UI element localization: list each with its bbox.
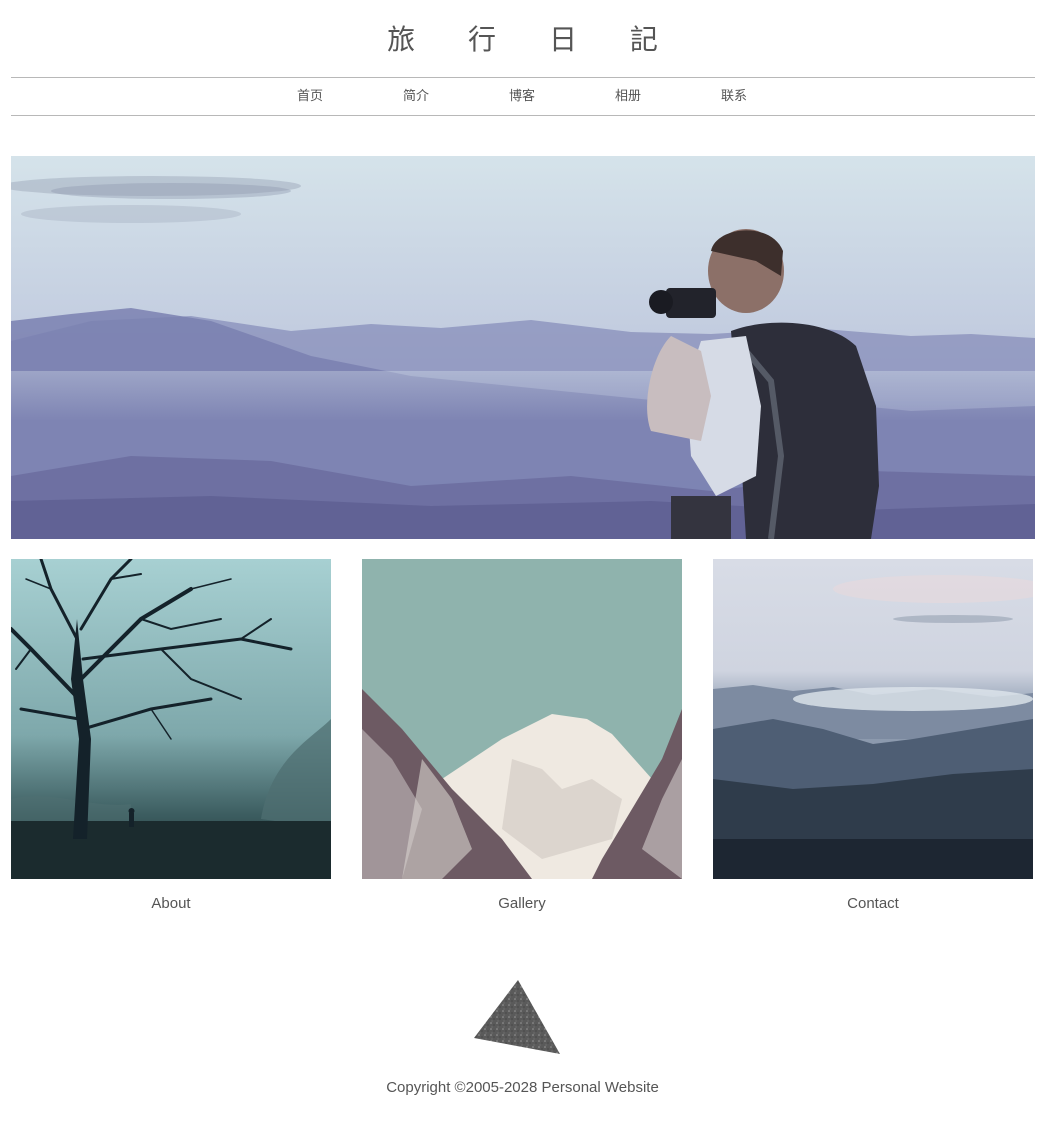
nav-item-contact[interactable]: 联系	[694, 78, 774, 115]
main-nav: 首页 简介 博客 相册 联系	[11, 77, 1035, 116]
gallery-link[interactable]: Gallery	[362, 893, 682, 915]
copyright-text: Copyright ©2005-2028 Personal Website	[386, 1079, 659, 1096]
nav-item-home[interactable]: 首页	[270, 78, 350, 115]
contact-link[interactable]: Contact	[713, 893, 1033, 915]
nav-item-blog[interactable]: 博客	[482, 78, 562, 115]
hero-image	[11, 156, 1035, 539]
gallery-image[interactable]	[362, 559, 682, 879]
triangle-logo-icon	[466, 968, 566, 1060]
contact-image[interactable]	[713, 559, 1033, 879]
about-image[interactable]	[11, 559, 331, 879]
about-link[interactable]: About	[11, 893, 331, 915]
nav-item-intro[interactable]: 简介	[376, 78, 456, 115]
site-title: 旅 行 日 記	[387, 23, 680, 56]
nav-item-album[interactable]: 相册	[588, 78, 668, 115]
